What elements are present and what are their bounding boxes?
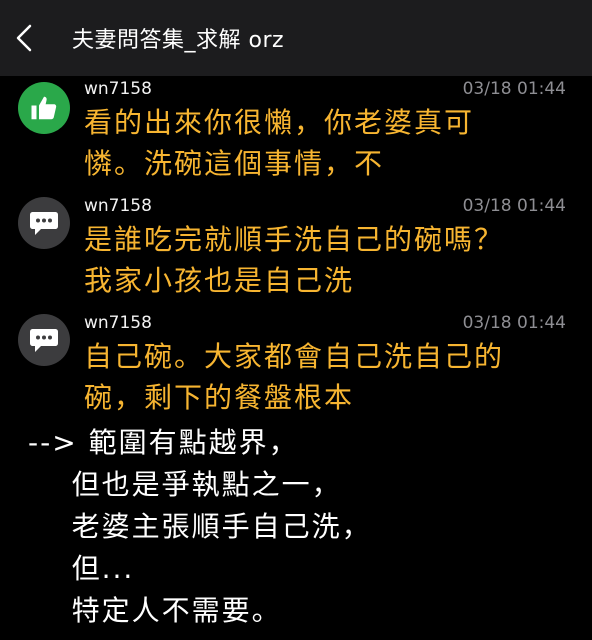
avatar xyxy=(18,314,70,366)
top-bar: 夫妻問答集_求解 orz xyxy=(0,0,592,76)
avatar xyxy=(18,197,70,249)
comment-username: wn7158 xyxy=(84,79,152,99)
thumbs-up-icon xyxy=(31,96,57,120)
comment-item: wn7158 03/18 01:44 看的出來你很懶，你老婆真可 憐。洗碗這個事… xyxy=(0,76,592,193)
comment-text-line: 自己碗。大家都會自己洗自己的 xyxy=(84,340,505,373)
comment-text-line: 我家小孩也是自己洗 xyxy=(84,264,355,297)
comment-username: wn7158 xyxy=(84,313,152,333)
comment-timestamp: 03/18 01:44 xyxy=(462,79,566,99)
avatar xyxy=(18,82,70,134)
comment-text: 是誰吃完就順手洗自己的碗嗎？ 我家小孩也是自己洗 xyxy=(84,219,564,301)
note-line: 但... xyxy=(28,552,135,585)
annotation-note: --> 範圍有點越界， 但也是爭執點之一， 老婆主張順手自己洗， 但... 特定… xyxy=(28,422,372,632)
comment-timestamp: 03/18 01:44 xyxy=(462,313,566,333)
chat-bubble-icon xyxy=(30,212,58,235)
note-line: 老婆主張順手自己洗， xyxy=(28,510,372,543)
comment-text: 自己碗。大家都會自己洗自己的 碗，剩下的餐盤根本 xyxy=(84,336,564,418)
note-line: 但也是爭執點之一， xyxy=(28,468,342,501)
note-line: 特定人不需要。 xyxy=(28,594,282,627)
comment-timestamp: 03/18 01:44 xyxy=(462,196,566,216)
comment-text: 看的出來你很懶，你老婆真可 憐。洗碗這個事情，不 xyxy=(84,102,564,184)
comment-item: wn7158 03/18 01:44 自己碗。大家都會自己洗自己的 碗，剩下的餐… xyxy=(0,310,592,427)
comment-text-line: 是誰吃完就順手洗自己的碗嗎？ xyxy=(84,223,505,256)
comment-text-line: 碗，剩下的餐盤根本 xyxy=(84,381,355,414)
chat-bubble-icon xyxy=(30,329,58,352)
comment-text-line: 看的出來你很懶，你老婆真可 xyxy=(84,106,475,139)
comment-item: wn7158 03/18 01:44 是誰吃完就順手洗自己的碗嗎？ 我家小孩也是… xyxy=(0,193,592,310)
chevron-left-icon xyxy=(16,24,32,52)
note-line: --> 範圍有點越界， xyxy=(28,426,299,459)
back-button[interactable] xyxy=(14,18,44,58)
comment-username: wn7158 xyxy=(84,196,152,216)
page-title: 夫妻問答集_求解 orz xyxy=(72,28,285,53)
comment-text-line: 憐。洗碗這個事情，不 xyxy=(84,147,385,180)
